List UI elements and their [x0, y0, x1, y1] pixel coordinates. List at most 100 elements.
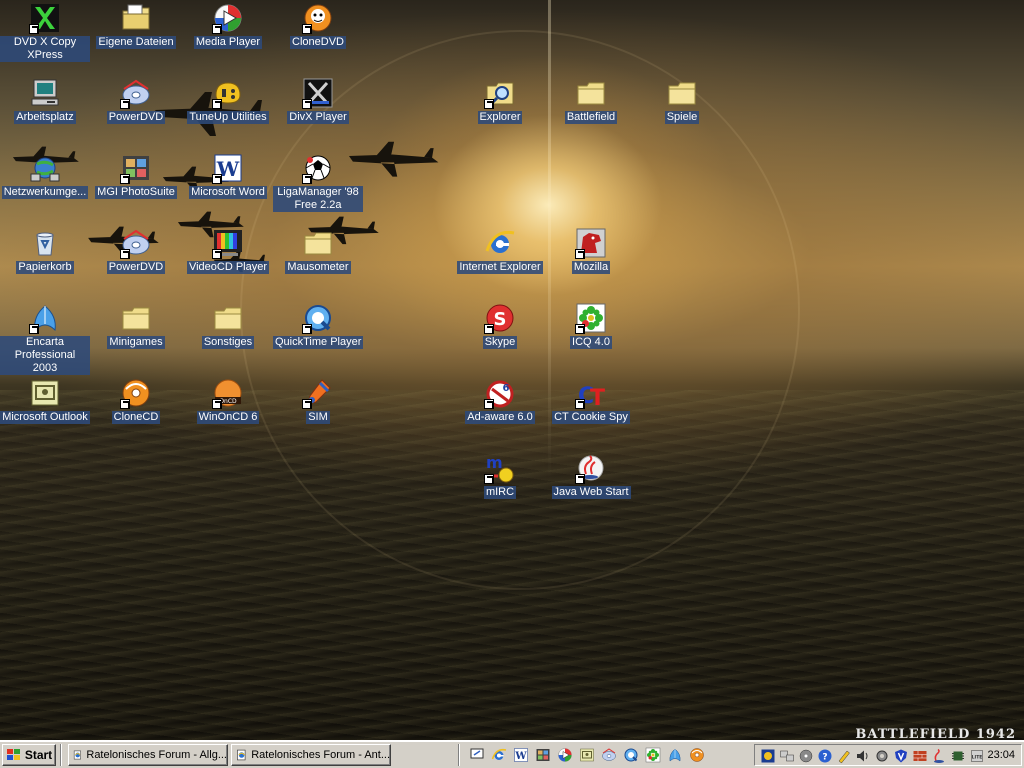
cookie-spy-icon: CT: [575, 377, 607, 409]
desktop-icon-explorer[interactable]: Explorer: [455, 77, 545, 124]
desktop-icon-divx-player[interactable]: DivX Player: [273, 77, 363, 124]
desktop-icon-winoncd-6[interactable]: OnCD WinOnCD 6: [183, 377, 273, 424]
desktop-icon-encarta-professional-2003[interactable]: Encarta Professional 2003: [0, 302, 90, 375]
shield-tray-icon[interactable]: [892, 747, 908, 763]
help-tray-icon[interactable]: ?: [816, 747, 832, 763]
quick-launch-powerdvd-icon[interactable]: [600, 746, 618, 764]
desktop-icon-ct-cookie-spy[interactable]: C T CT Cookie Spy: [546, 377, 636, 424]
desktop-icon-battlefield[interactable]: Battlefield: [546, 77, 636, 124]
firewall-tray-icon[interactable]: [911, 747, 927, 763]
quick-launch-photosuite-icon[interactable]: [534, 746, 552, 764]
desktop-icon-mgi-photosuite[interactable]: MGI PhotoSuite: [91, 152, 181, 199]
desktop-icon-label: Skype: [482, 336, 518, 349]
desktop-icon-mirc[interactable]: m mIRC: [455, 452, 545, 499]
quick-launch-media-player-icon[interactable]: [556, 746, 574, 764]
system-tray: ? LITE 23:04: [754, 744, 1022, 766]
chip-tray-icon[interactable]: [949, 747, 965, 763]
desktop-icon-label: QuickTime Player: [273, 336, 364, 349]
desktop-icon-label: DVD X Copy XPress: [0, 36, 90, 62]
start-button[interactable]: Start: [2, 744, 56, 766]
quicktime-icon: [302, 302, 334, 334]
desktop-icon-netzwerkumge[interactable]: Netzwerkumge...: [0, 152, 90, 199]
folder-icon: [120, 302, 152, 334]
quick-launch-quicktime-icon[interactable]: [622, 746, 640, 764]
desktop-icon-ad-aware-6-0[interactable]: 6 Ad-aware 6.0: [455, 377, 545, 424]
desktop-icon-skype[interactable]: S Skype: [455, 302, 545, 349]
folder-icon: [212, 302, 244, 334]
desktop-icon-label: Microsoft Outlook: [0, 411, 90, 424]
svg-text:m: m: [486, 453, 503, 472]
disc-tray-icon[interactable]: [797, 747, 813, 763]
desktop-icon-powerdvd[interactable]: PowerDVD: [91, 227, 181, 274]
desktop-icon-label: TuneUp Utilities: [187, 111, 269, 124]
desktop-icon-spiele[interactable]: Spiele: [637, 77, 727, 124]
desktop-icon-media-player[interactable]: Media Player: [183, 2, 273, 49]
desktop-icon-sonstiges[interactable]: Sonstiges: [183, 302, 273, 349]
quick-launch-word-icon[interactable]: W: [512, 746, 530, 764]
explorer-icon: [484, 77, 516, 109]
quick-launch-clonecd-icon[interactable]: [688, 746, 706, 764]
shortcut-arrow-icon: [120, 399, 130, 409]
desktop-icon-sim[interactable]: SIM: [273, 377, 363, 424]
settings-tray-icon[interactable]: [873, 747, 889, 763]
network-tray-icon[interactable]: [778, 747, 794, 763]
ie-page-icon: [73, 750, 81, 760]
java-tray-icon[interactable]: [930, 747, 946, 763]
pen-tray-icon[interactable]: [835, 747, 851, 764]
adaware-icon: 6: [484, 377, 516, 409]
skype-icon: S: [484, 302, 516, 334]
desktop-icon-dvd-x-copy-xpress[interactable]: DVD X Copy XPress: [0, 2, 90, 62]
desktop-icon-ligamanager-98-free-2-2a[interactable]: LigaManager '98 Free 2.2a: [273, 152, 363, 212]
task-label: Ratelonisches Forum - Allg...: [86, 749, 227, 761]
desktop-icon-label: SIM: [306, 411, 330, 424]
shortcut-arrow-icon: [212, 99, 222, 109]
desktop-icon-icq-4-0[interactable]: ICQ 4.0: [546, 302, 636, 349]
powerdvd-icon: [120, 77, 152, 109]
desktop-icon-microsoft-outlook[interactable]: Microsoft Outlook: [0, 377, 90, 424]
shortcut-arrow-icon: [302, 99, 312, 109]
shortcut-arrow-icon: [575, 399, 585, 409]
desktop-icon-arbeitsplatz[interactable]: Arbeitsplatz: [0, 77, 90, 124]
desktop-icon-eigene-dateien[interactable]: Eigene Dateien: [91, 2, 181, 49]
desktop-icon-powerdvd[interactable]: PowerDVD: [91, 77, 181, 124]
desktop-icon-microsoft-word[interactable]: W Microsoft Word: [183, 152, 273, 199]
quick-launch-show-desktop-icon[interactable]: [468, 746, 486, 764]
desktop-icon-label: CT Cookie Spy: [552, 411, 630, 424]
speaker-tray-icon[interactable]: [854, 747, 870, 763]
cpu-tray-icon[interactable]: LITE: [968, 747, 984, 763]
clock[interactable]: 23:04: [987, 749, 1015, 761]
taskbar-task-forum-ant[interactable]: Ratelonisches Forum - Ant...: [231, 744, 391, 766]
battlefield-logo-text: BATTLEFIELD 1942: [855, 727, 1016, 740]
quick-launch-internet-explorer-icon[interactable]: [490, 746, 508, 764]
quick-launch-encarta-icon[interactable]: [666, 746, 684, 764]
desktop-icon-label: CloneCD: [111, 411, 161, 424]
desktop-icon-quicktime-player[interactable]: QuickTime Player: [273, 302, 364, 349]
desktop-icon-label: Sonstiges: [201, 336, 255, 349]
folder-icon: [575, 77, 607, 109]
desktop-icon-tuneup-utilities[interactable]: TuneUp Utilities: [183, 77, 273, 124]
desktop-icon-mozilla[interactable]: Mozilla: [546, 227, 636, 274]
photosuite-icon: [120, 152, 152, 184]
desktop-icon-label: Spiele: [664, 111, 700, 124]
quick-launch-outlook-icon[interactable]: [578, 746, 596, 764]
desktop[interactable]: DVD X Copy XPress Eigene Dateien Media Pla…: [0, 0, 1024, 740]
desktop-icon-internet-explorer[interactable]: Internet Explorer: [455, 227, 545, 274]
antivirus-icon[interactable]: [759, 747, 775, 763]
quick-launch-icq-icon[interactable]: [644, 746, 662, 764]
folder-icon: [302, 227, 334, 259]
desktop-icon-papierkorb[interactable]: Papierkorb: [0, 227, 90, 274]
desktop-icon-label: Encarta Professional 2003: [0, 336, 90, 375]
desktop-icon-clonedvd[interactable]: CloneDVD: [273, 2, 363, 49]
taskbar-task-forum-allg[interactable]: Ratelonisches Forum - Allg...: [68, 744, 228, 766]
desktop-icon-java-web-start[interactable]: Java Web Start: [546, 452, 636, 499]
desktop-icon-mausometer[interactable]: Mausometer: [273, 227, 363, 274]
desktop-icon-clonecd[interactable]: CloneCD: [91, 377, 181, 424]
desktop-icon-minigames[interactable]: Minigames: [91, 302, 181, 349]
taskbar: Start Ratelonisches Forum - Allg... Rate…: [0, 740, 1024, 768]
desktop-icon-label: MGI PhotoSuite: [95, 186, 177, 199]
desktop-icon-videocd-player[interactable]: VideoCD Player: [183, 227, 273, 274]
shortcut-arrow-icon: [212, 174, 222, 184]
sim-icon: [302, 377, 334, 409]
java-web-start-icon: [575, 452, 607, 484]
powerdvd-icon: [120, 227, 152, 259]
